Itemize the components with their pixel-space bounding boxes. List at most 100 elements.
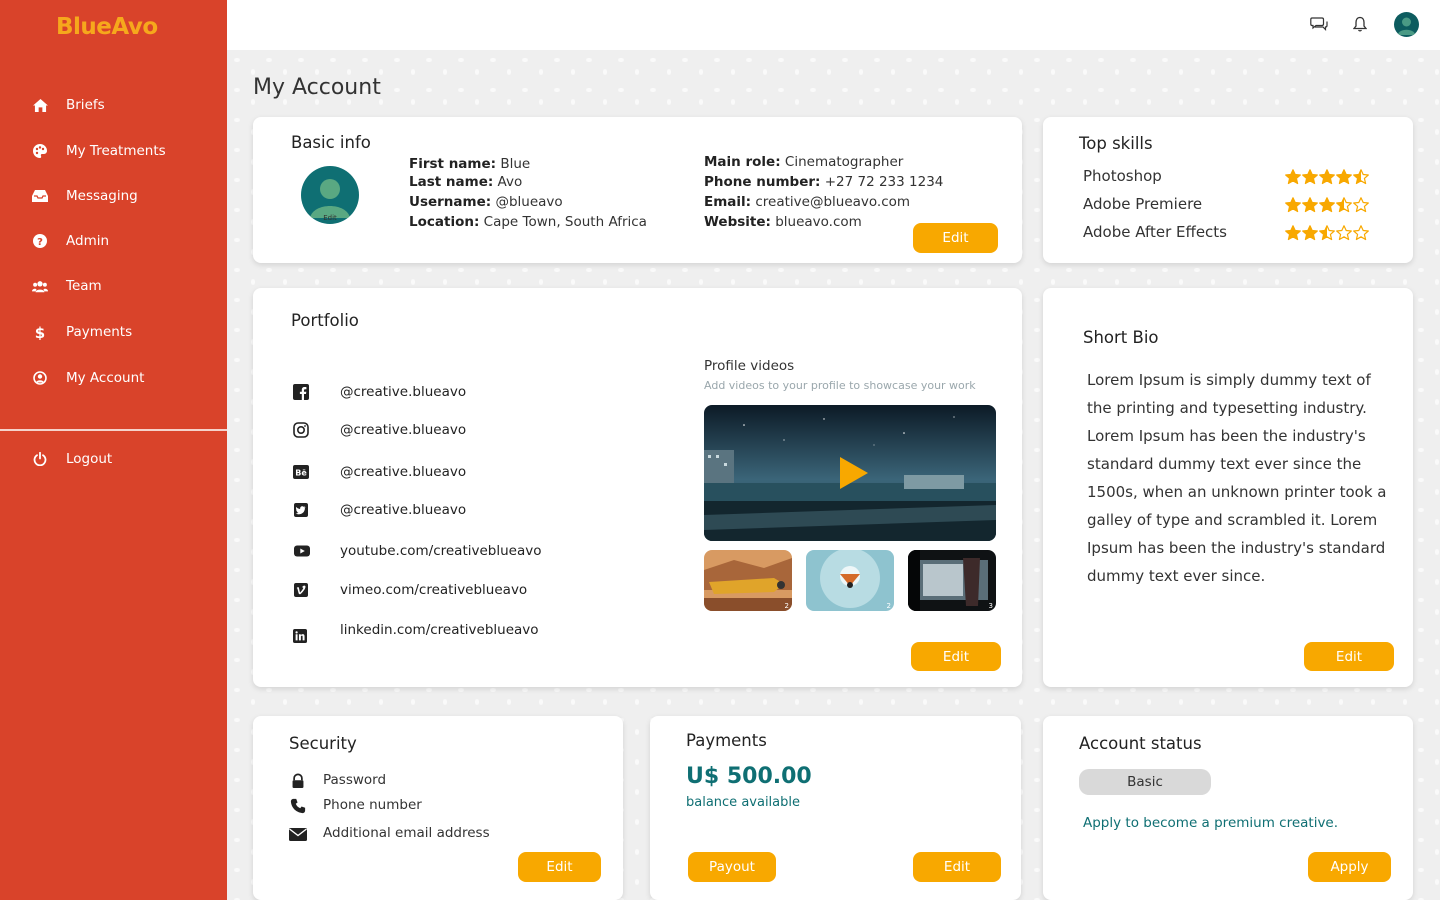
- logo-text: BlueAvo: [56, 14, 158, 40]
- sidebar-item-admin[interactable]: ? Admin: [0, 221, 227, 261]
- star-full-icon: [1285, 197, 1301, 213]
- sidebar-item-payments[interactable]: $ Payments: [0, 312, 227, 352]
- short-bio-text: Lorem Ipsum is simply dummy text of the …: [1087, 371, 1387, 585]
- envelope-icon: [289, 828, 307, 841]
- apply-premium-text[interactable]: Apply to become a premium creative.: [1083, 815, 1338, 831]
- logout-button[interactable]: Logout: [0, 439, 227, 479]
- social-handle: @creative.blueavo: [340, 464, 467, 480]
- social-handle: @creative.blueavo: [340, 502, 467, 518]
- sidebar: BlueAvo Briefs My Treatments Messaging ?…: [0, 0, 227, 900]
- sidebar-item-label: My Account: [66, 370, 145, 386]
- sidebar-item-briefs[interactable]: Briefs: [0, 85, 227, 125]
- portfolio-edit-button[interactable]: Edit: [911, 642, 1001, 671]
- main-role-label: Main role:: [704, 154, 781, 170]
- page-title: My Account: [253, 75, 381, 100]
- main-role-row: Main role: Cinematographer: [704, 154, 903, 170]
- username-value: @blueavo: [495, 194, 563, 210]
- balance-caption: balance available: [686, 795, 800, 810]
- payout-button[interactable]: Payout: [688, 852, 776, 882]
- website-row: Website: blueavo.com: [704, 214, 862, 230]
- logo[interactable]: BlueAvo: [56, 14, 158, 40]
- svg-text:Bē: Bē: [295, 469, 307, 478]
- star-full-icon: [1319, 197, 1335, 213]
- sidebar-item-label: Briefs: [66, 97, 105, 113]
- sidebar-item-team[interactable]: Team: [0, 266, 227, 306]
- first-name-row: First name: Blue: [409, 156, 530, 172]
- location-row: Location: Cape Town, South Africa: [409, 214, 647, 230]
- vimeo-icon: [294, 583, 308, 597]
- last-name-value: Avo: [497, 174, 523, 190]
- location-label: Location:: [409, 214, 480, 230]
- security-item-label: Password: [323, 772, 387, 788]
- question-circle-icon: ?: [32, 233, 48, 249]
- social-handle: linkedin.com/creativeblueavo: [340, 622, 539, 638]
- avatar[interactable]: [1394, 12, 1419, 37]
- thumbnail-badge: 2: [784, 602, 789, 610]
- star-full-icon: [1302, 225, 1318, 241]
- star-full-icon: [1302, 169, 1318, 185]
- star-full-icon: [1302, 197, 1318, 213]
- twitter-icon: [294, 503, 308, 517]
- users-icon: [32, 278, 48, 294]
- status-badge: Basic: [1079, 769, 1211, 795]
- location-value: Cape Town, South Africa: [483, 214, 647, 230]
- profile-avatar[interactable]: Edit: [301, 166, 359, 224]
- email-row: Email: creative@blueavo.com: [704, 194, 910, 210]
- website-label: Website:: [704, 214, 771, 230]
- main-role-value: Cinematographer: [784, 154, 904, 170]
- sidebar-item-my-account[interactable]: My Account: [0, 358, 227, 398]
- logout-label: Logout: [66, 451, 113, 467]
- security-edit-button[interactable]: Edit: [518, 852, 601, 882]
- chat-icon[interactable]: [1309, 14, 1329, 34]
- username-row: Username: @blueavo: [409, 194, 563, 210]
- youtube-icon: [294, 545, 310, 557]
- phone-value: +27 72 233 1234: [824, 174, 944, 190]
- basic-info-edit-button[interactable]: Edit: [913, 223, 998, 253]
- skill-name: Adobe After Effects: [1083, 223, 1227, 241]
- short-bio-title: Short Bio: [1083, 328, 1159, 347]
- star-full-icon: [1319, 169, 1335, 185]
- short-bio-edit-button[interactable]: Edit: [1304, 642, 1394, 671]
- video-thumbnail[interactable]: 2: [704, 550, 792, 611]
- phone-row: Phone number: +27 72 233 1234: [704, 174, 943, 190]
- topbar: [227, 0, 1440, 50]
- svg-text:$: $: [35, 324, 45, 340]
- email-label: Email:: [704, 194, 752, 210]
- star-empty-icon: [1353, 225, 1369, 241]
- facebook-icon: [293, 384, 309, 400]
- portfolio-title: Portfolio: [291, 311, 359, 330]
- first-name-value: Blue: [500, 156, 531, 172]
- star-full-icon: [1285, 169, 1301, 185]
- website-value: blueavo.com: [775, 214, 862, 230]
- star-full-icon: [1336, 169, 1352, 185]
- top-skills-title: Top skills: [1079, 134, 1153, 153]
- sidebar-item-label: My Treatments: [66, 143, 166, 159]
- palette-icon: [32, 143, 48, 159]
- star-empty-icon: [1336, 225, 1352, 241]
- last-name-label: Last name:: [409, 174, 494, 190]
- apply-button[interactable]: Apply: [1308, 852, 1391, 882]
- avatar-edit-label[interactable]: Edit: [301, 214, 359, 222]
- power-icon: [32, 451, 48, 467]
- skill-name: Adobe Premiere: [1083, 195, 1203, 213]
- behance-icon: Bē: [293, 465, 309, 479]
- inbox-icon: [32, 188, 48, 204]
- username-label: Username:: [409, 194, 492, 210]
- skill-rating: [1285, 169, 1369, 185]
- last-name-row: Last name: Avo: [409, 174, 522, 190]
- bell-icon[interactable]: [1350, 14, 1370, 34]
- payments-edit-button[interactable]: Edit: [913, 852, 1001, 882]
- phone-label: Phone number:: [704, 174, 821, 190]
- main-video-player[interactable]: [704, 405, 996, 541]
- dollar-icon: $: [32, 324, 48, 340]
- phone-icon: [290, 798, 306, 814]
- sidebar-item-my-treatments[interactable]: My Treatments: [0, 131, 227, 171]
- video-thumbnail[interactable]: 2: [806, 550, 894, 611]
- star-half-icon: [1319, 225, 1335, 241]
- user-circle-icon: [32, 370, 48, 386]
- payments-title: Payments: [686, 731, 767, 750]
- instagram-icon: [293, 422, 309, 438]
- sidebar-item-messaging[interactable]: Messaging: [0, 176, 227, 216]
- video-thumbnail[interactable]: 3: [908, 550, 996, 611]
- home-icon: [32, 97, 48, 113]
